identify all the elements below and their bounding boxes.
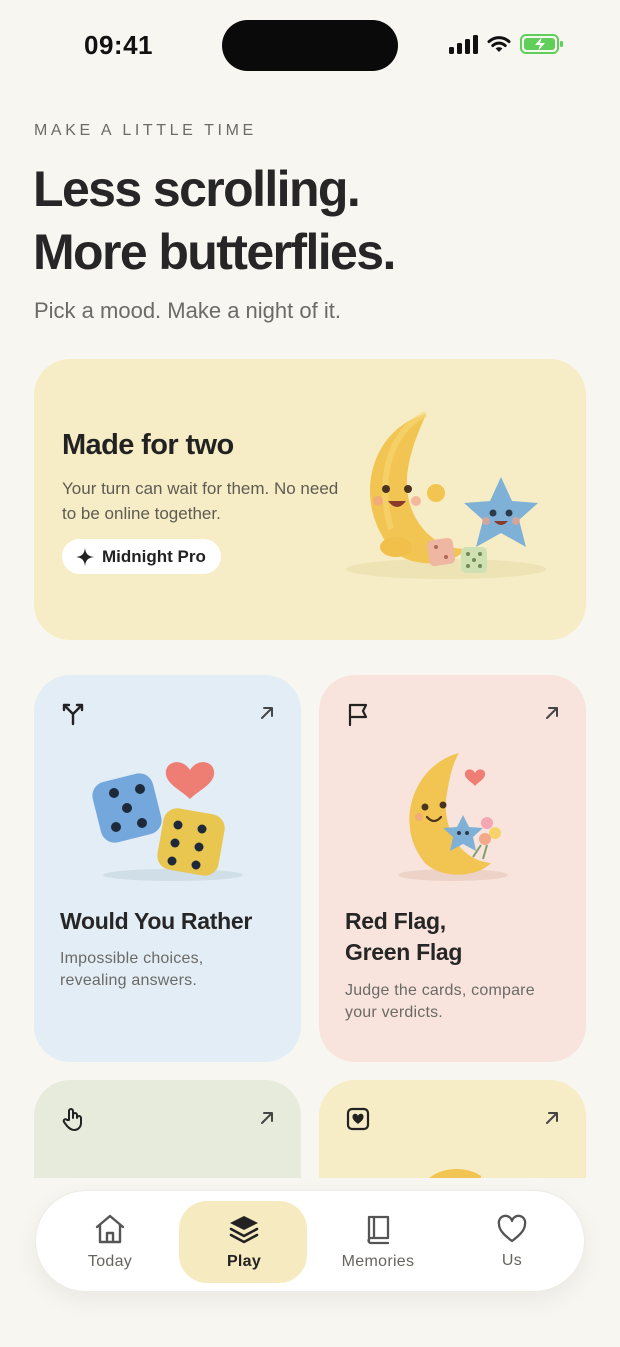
open-arrow-icon[interactable] bbox=[257, 1108, 277, 1128]
headline-line-1: Less scrolling. bbox=[33, 161, 361, 217]
card-description-line-1: Judge the cards, compare bbox=[345, 982, 535, 999]
heart-icon bbox=[497, 1214, 527, 1243]
card-title-line-2: Green Flag bbox=[345, 939, 463, 965]
card-title: Red Flag, Green Flag bbox=[345, 906, 462, 968]
moon-and-star-illustration bbox=[346, 411, 546, 579]
heart-card-icon bbox=[346, 1107, 370, 1131]
open-arrow-icon[interactable] bbox=[257, 703, 277, 723]
card-description-line-1: Impossible choices, bbox=[60, 950, 204, 967]
cellular-signal-icon bbox=[449, 34, 478, 54]
tab-play[interactable]: Play bbox=[179, 1191, 309, 1293]
open-arrow-icon[interactable] bbox=[542, 1108, 562, 1128]
card-description: Impossible choices, revealing answers. bbox=[60, 948, 203, 992]
fork-icon bbox=[62, 703, 84, 726]
page-headline: Less scrolling. More butterflies. bbox=[33, 158, 396, 284]
hero-description: Your turn can wait for them. No need to … bbox=[62, 479, 339, 523]
tab-label: Today bbox=[87, 1253, 133, 1270]
status-icons bbox=[449, 33, 564, 55]
tap-hand-icon bbox=[62, 1108, 82, 1131]
tab-label: Us bbox=[501, 1252, 523, 1269]
page-subhead: Pick a mood. Make a night of it. bbox=[34, 298, 341, 323]
headline-line-2: More butterflies. bbox=[33, 224, 396, 280]
battery-charging-icon bbox=[520, 34, 563, 54]
card-description: Judge the cards, compare your verdicts. bbox=[345, 980, 535, 1024]
made-for-two-card[interactable]: Made for two Your turn can wait for them… bbox=[34, 359, 586, 640]
tab-label: Play bbox=[226, 1253, 262, 1270]
card-title-line-1: Red Flag, bbox=[345, 908, 446, 934]
would-you-rather-card[interactable]: Would You Rather Impossible choices, rev… bbox=[34, 675, 301, 1062]
flag-icon bbox=[348, 703, 368, 727]
tab-memories[interactable]: Memories bbox=[313, 1191, 443, 1293]
open-arrow-icon[interactable] bbox=[542, 703, 562, 723]
midnight-pro-button[interactable]: Midnight Pro bbox=[62, 539, 221, 574]
wifi-icon bbox=[487, 36, 511, 52]
hero-title: Made for two bbox=[62, 429, 234, 461]
red-flag-green-flag-card[interactable]: Red Flag, Green Flag Judge the cards, co… bbox=[319, 675, 586, 1062]
layers-icon bbox=[229, 1216, 259, 1244]
card-title: Would You Rather bbox=[60, 908, 252, 934]
status-time: 09:41 bbox=[84, 30, 153, 60]
tab-us[interactable]: Us bbox=[447, 1191, 577, 1293]
dice-and-heart-illustration bbox=[91, 762, 243, 881]
card-description-line-2: your verdicts. bbox=[345, 1004, 443, 1021]
tab-today[interactable]: Today bbox=[45, 1191, 175, 1293]
tab-bar: Today Play Memories Us bbox=[35, 1190, 585, 1292]
eyebrow-label: MAKE A LITTLE TIME bbox=[34, 122, 257, 139]
tab-label: Memories bbox=[341, 1253, 415, 1270]
sparkle-icon bbox=[76, 547, 94, 566]
moon-hugging-star-illustration bbox=[397, 753, 508, 881]
book-icon bbox=[367, 1215, 390, 1245]
card-description-line-2: revealing answers. bbox=[60, 972, 197, 989]
midnight-pro-label: Midnight Pro bbox=[102, 546, 206, 566]
dynamic-island bbox=[222, 20, 398, 71]
status-bar: 09:41 bbox=[0, 0, 620, 90]
home-icon bbox=[95, 1214, 125, 1244]
